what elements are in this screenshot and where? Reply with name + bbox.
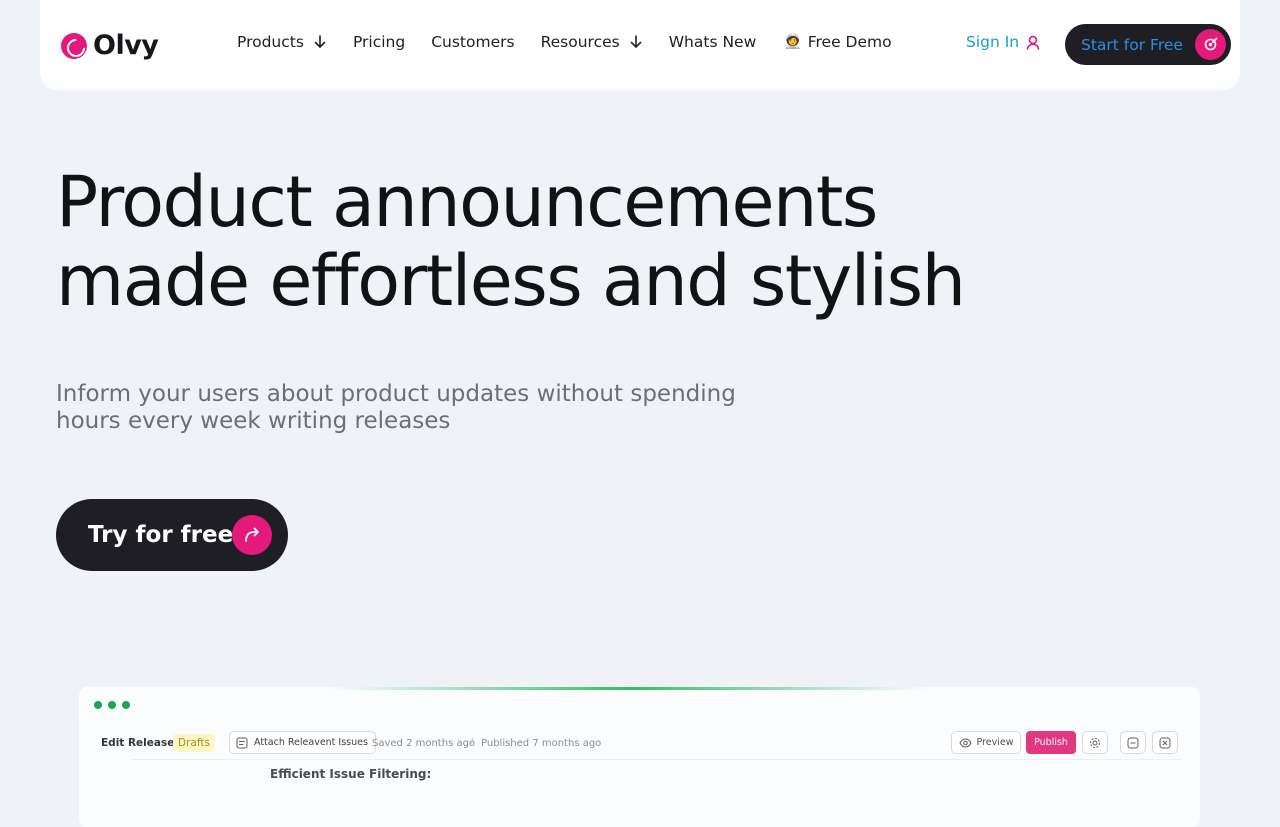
hero-title-line-1: Product announcements — [56, 161, 878, 243]
window-dot — [108, 701, 116, 709]
nav-item-label: Products — [237, 33, 304, 51]
release-content-heading[interactable]: Efficient Issue Filtering: — [270, 767, 431, 781]
gear-icon — [1090, 737, 1100, 748]
nav-item-customers[interactable]: Customers — [431, 33, 514, 51]
editor-divider — [131, 759, 1181, 760]
release-editor-preview: Edit Release Drafts Attach Releavent Iss… — [79, 687, 1200, 827]
nav-item-products[interactable]: Products — [237, 33, 327, 51]
start-for-free-label: Start for Free — [1081, 35, 1183, 54]
sign-in-label: Sign In — [966, 33, 1020, 51]
hero-title: Product announcements made effortless an… — [56, 163, 1056, 321]
try-for-free-label: Try for free — [88, 522, 234, 548]
close-icon — [1159, 737, 1171, 748]
window-dot — [94, 701, 102, 709]
nav-item-label: Resources — [540, 33, 620, 51]
eye-icon — [958, 737, 972, 748]
arrow-down-icon — [630, 35, 642, 49]
hero-subtitle-line-1: Inform your users about product updates … — [56, 381, 736, 407]
preview-label: Preview — [976, 737, 1014, 748]
editor-toolbar: Edit Release Drafts Attach Releavent Iss… — [79, 729, 1200, 757]
published-status: Published 7 months ago — [481, 738, 602, 749]
nav-item-resources[interactable]: Resources — [541, 33, 643, 51]
astronaut-emoji-icon: 🧑‍🚀 — [784, 34, 802, 50]
saved-status: Saved 2 months ago — [372, 738, 476, 749]
arrow-down-icon — [314, 35, 326, 49]
attach-issues-button[interactable]: Attach Releavent Issues — [229, 731, 376, 754]
top-navbar: Olvy Products Pricing Customers Resource… — [40, 0, 1240, 90]
more-icon — [1127, 737, 1139, 748]
nav-item-label: Customers — [431, 33, 515, 51]
editor-title: Edit Release — [101, 737, 175, 749]
settings-button[interactable] — [1082, 731, 1108, 754]
start-for-free-button[interactable]: Start for Free — [1065, 24, 1231, 65]
close-editor-button[interactable] — [1152, 731, 1178, 754]
publish-button[interactable]: Publish — [1026, 731, 1076, 754]
logo[interactable]: Olvy — [61, 30, 159, 61]
logo-text: Olvy — [93, 30, 159, 61]
nav-links: Products Pricing Customers Resources Wha… — [237, 33, 892, 51]
more-options-button[interactable] — [1120, 731, 1146, 754]
hero-subtitle-line-2: hours every week writing releases — [56, 408, 451, 434]
window-dot — [122, 701, 130, 709]
status-separator: / — [470, 737, 474, 748]
try-for-free-button[interactable]: Try for free — [56, 499, 288, 571]
window-dots — [94, 701, 130, 709]
rocket-icon — [1195, 29, 1226, 60]
olvy-logo-icon — [61, 32, 87, 59]
nav-item-pricing[interactable]: Pricing — [353, 33, 405, 51]
preview-button[interactable]: Preview — [951, 731, 1021, 754]
editor-glow-line — [329, 687, 929, 690]
nav-item-label: Free Demo — [807, 33, 892, 51]
nav-item-label: Pricing — [352, 33, 406, 51]
nav-item-whats-new[interactable]: Whats New — [669, 33, 757, 51]
publish-label: Publish — [1034, 737, 1068, 748]
nav-item-label: Whats New — [668, 33, 757, 51]
user-icon — [1026, 35, 1040, 50]
attach-issues-label: Attach Releavent Issues — [254, 737, 368, 748]
redirect-arrow-icon — [232, 515, 272, 555]
hero-subtitle: Inform your users about product updates … — [56, 381, 756, 435]
nav-item-free-demo[interactable]: 🧑‍🚀 Free Demo — [784, 33, 891, 51]
issues-icon — [236, 737, 248, 748]
drafts-badge: Drafts — [173, 734, 215, 752]
hero-title-line-2: made effortless and stylish — [56, 240, 966, 322]
sign-in-link[interactable]: Sign In — [966, 33, 1040, 51]
